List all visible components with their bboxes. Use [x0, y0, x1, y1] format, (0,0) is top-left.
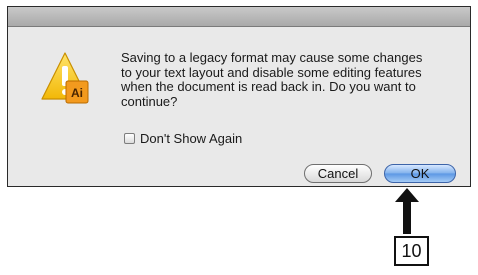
- alert-dialog: Ai Saving to a legacy format may cause s…: [7, 6, 471, 187]
- message-line: continue?: [121, 93, 178, 109]
- dont-show-again-checkbox[interactable]: [124, 132, 135, 144]
- message-line: Saving to a legacy format may cause some…: [121, 50, 423, 65]
- ok-button[interactable]: OK: [384, 164, 456, 183]
- message-line: when the document is read back in. Do yo…: [121, 79, 416, 94]
- message-line: to your text layout and disable some edi…: [121, 64, 422, 80]
- dialog-title-bar[interactable]: [8, 7, 470, 27]
- callout-arrow-icon: [395, 188, 419, 234]
- dont-show-again-label[interactable]: Don't Show Again: [140, 131, 242, 146]
- ai-badge-text: Ai: [71, 86, 83, 100]
- alert-message: Saving to a legacy format may cause some…: [121, 50, 461, 109]
- illustrator-icon: Ai: [65, 80, 89, 104]
- callout-number-box: 10: [394, 236, 429, 266]
- cancel-button[interactable]: Cancel: [304, 164, 372, 183]
- warning-icon: Ai: [41, 52, 89, 104]
- dont-show-again-option[interactable]: Don't Show Again: [124, 131, 242, 146]
